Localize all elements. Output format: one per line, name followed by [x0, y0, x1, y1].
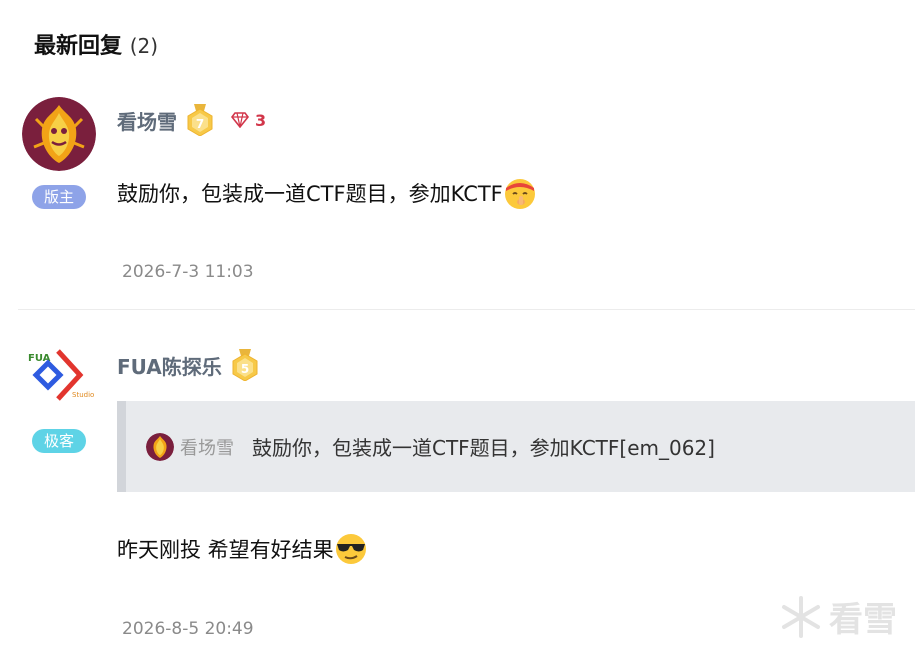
reply-timestamp: 2026-8-5 20:49 [122, 619, 254, 639]
quote-author[interactable]: 看场雪 [180, 434, 234, 460]
author-name[interactable]: 看场雪 [117, 106, 177, 135]
level-number: 5 [241, 362, 249, 376]
role-badge: 版主 [32, 185, 86, 209]
avatar[interactable]: FUA Studio [22, 341, 96, 415]
reply-timestamp: 2026-7-3 11:03 [122, 262, 254, 282]
diamond-icon [231, 112, 249, 128]
author-name[interactable]: FUA陈探乐 [117, 351, 222, 380]
reply-count: (2) [129, 34, 159, 58]
role-badge: 极客 [32, 429, 86, 453]
level-badge-icon: 7 [187, 104, 213, 136]
author-column: 版主 [22, 97, 96, 209]
section-title: 最新回复 [34, 34, 123, 59]
quote-avatar [146, 432, 174, 461]
level-number: 7 [196, 117, 204, 131]
author-info: 看场雪 7 3 [117, 103, 266, 137]
avatar[interactable] [22, 97, 96, 171]
shushing-face-icon [504, 179, 535, 209]
gem-count: 3 [255, 110, 267, 130]
reply-content: 昨天刚投 希望有好结果 [117, 532, 368, 566]
reply-text: 鼓励你，包装成一道CTF题目，参加KCTF [117, 182, 503, 206]
reply-content: 鼓励你，包装成一道CTF题目，参加KCTF [117, 176, 537, 210]
snowflake-icon [782, 595, 820, 638]
replies-page: 最新回复 (2) 版主 看场雪 7 3 鼓励你，包装成一道CTF题目，参加KCT… [0, 0, 915, 664]
reply-text: 昨天刚投 希望有好结果 [117, 538, 334, 562]
avatar-text-bottom: Studio [72, 391, 94, 399]
section-header: 最新回复 (2) [34, 28, 158, 60]
kanxue-watermark: 看雪 [779, 592, 897, 641]
gem-score: 3 [231, 111, 266, 130]
level-badge-icon: 5 [232, 349, 258, 381]
cool-sunglasses-icon [335, 534, 366, 564]
quote-text: 鼓励你，包装成一道CTF题目，参加KCTF[em_062] [252, 436, 715, 460]
watermark-text: 看雪 [829, 600, 897, 640]
author-info: FUA陈探乐 5 [117, 348, 260, 382]
quoted-reply: 看场雪 鼓励你，包装成一道CTF题目，参加KCTF[em_062] [117, 401, 915, 492]
author-column: FUA Studio 极客 [22, 341, 96, 453]
reply-divider [18, 309, 915, 310]
